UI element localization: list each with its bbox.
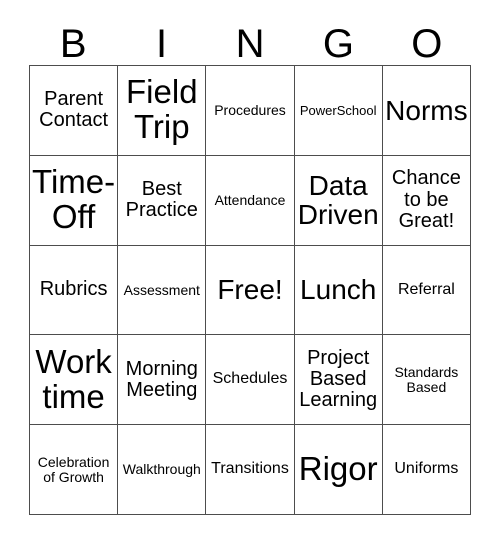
bingo-cell[interactable]: Morning Meeting — [118, 335, 207, 426]
bingo-cell[interactable]: Uniforms — [382, 425, 471, 515]
bingo-cell[interactable]: Assessment — [118, 245, 207, 336]
bingo-header-letter-o: O — [411, 22, 443, 66]
bingo-cell-label: Walkthrough — [122, 461, 201, 478]
bingo-cell-label: Time-Off — [32, 163, 116, 236]
bingo-cell-label: PowerSchool — [299, 102, 377, 118]
bingo-cell-label: Parent Contact — [39, 88, 109, 132]
bingo-cell[interactable]: Time-Off — [30, 155, 119, 246]
bingo-cell-label: Free! — [217, 274, 283, 306]
bingo-header-letter-n: N — [235, 22, 265, 66]
bingo-cell[interactable]: Norms — [382, 66, 471, 156]
bingo-cell-label: Chance to be Great! — [391, 167, 461, 232]
bingo-cell-label: Procedures — [214, 101, 286, 118]
bingo-cell-label: Standards Based — [394, 363, 459, 395]
bingo-cell[interactable]: Schedules — [206, 335, 295, 426]
bingo-cell-label: Data Driven — [297, 169, 379, 231]
bingo-cell[interactable]: Walkthrough — [118, 425, 207, 515]
bingo-cell[interactable]: Referral — [382, 245, 471, 336]
bingo-cell[interactable]: Project Based Learning — [294, 335, 383, 426]
bingo-free-space-cell[interactable]: Free! — [206, 245, 295, 336]
bingo-cell[interactable]: Work time — [30, 335, 119, 426]
bingo-cell[interactable]: Field Trip — [118, 66, 207, 156]
bingo-cell[interactable]: Rigor — [294, 425, 383, 515]
bingo-cell-label: Best Practice — [125, 178, 198, 222]
bingo-cell[interactable]: Attendance — [206, 155, 295, 246]
bingo-header-letter-i: I — [156, 22, 168, 66]
bingo-cell[interactable]: Transitions — [206, 425, 295, 515]
bingo-cell-label: Schedules — [212, 370, 288, 388]
bingo-cell-label: Rigor — [298, 450, 378, 488]
bingo-cell[interactable]: Data Driven — [294, 155, 383, 246]
bingo-cell-label: Project Based Learning — [299, 347, 378, 412]
bingo-cell-label: Assessment — [123, 281, 200, 298]
bingo-cell[interactable]: PowerSchool — [294, 66, 383, 156]
bingo-cell-label: Referral — [397, 280, 455, 298]
bingo-cell-label: Transitions — [211, 460, 289, 478]
bingo-cell-label: Rubrics — [39, 278, 108, 301]
bingo-header: B I N G O — [29, 22, 471, 66]
bingo-cell[interactable]: Rubrics — [30, 245, 119, 336]
bingo-cell[interactable]: Lunch — [294, 245, 383, 336]
bingo-cell-label: Lunch — [300, 274, 377, 306]
bingo-grid: Parent Contact Field Trip Procedures PowerS… — [29, 65, 471, 515]
bingo-cell[interactable]: Parent Contact — [30, 66, 119, 156]
bingo-cell-label: Work time — [35, 342, 112, 415]
bingo-cell-label: Attendance — [214, 191, 286, 208]
bingo-header-letter-b: B — [59, 22, 87, 66]
bingo-header-letter-g: G — [322, 22, 354, 66]
bingo-cell[interactable]: Standards Based — [382, 335, 471, 426]
bingo-cell[interactable]: Chance to be Great! — [382, 155, 471, 246]
bingo-cell[interactable]: Procedures — [206, 66, 295, 156]
bingo-card: B I N G O Parent Contact Field Trip Proced… — [0, 0, 500, 544]
bingo-cell-label: Uniforms — [394, 460, 459, 478]
bingo-cell-label: Field Trip — [126, 73, 198, 146]
bingo-cell-label: Norms — [385, 94, 468, 126]
bingo-cell-label: Celebration of Growth — [37, 453, 110, 485]
bingo-cell[interactable]: Celebration of Growth — [30, 425, 119, 515]
bingo-cell-label: Morning Meeting — [125, 357, 198, 401]
bingo-cell[interactable]: Best Practice — [118, 155, 207, 246]
